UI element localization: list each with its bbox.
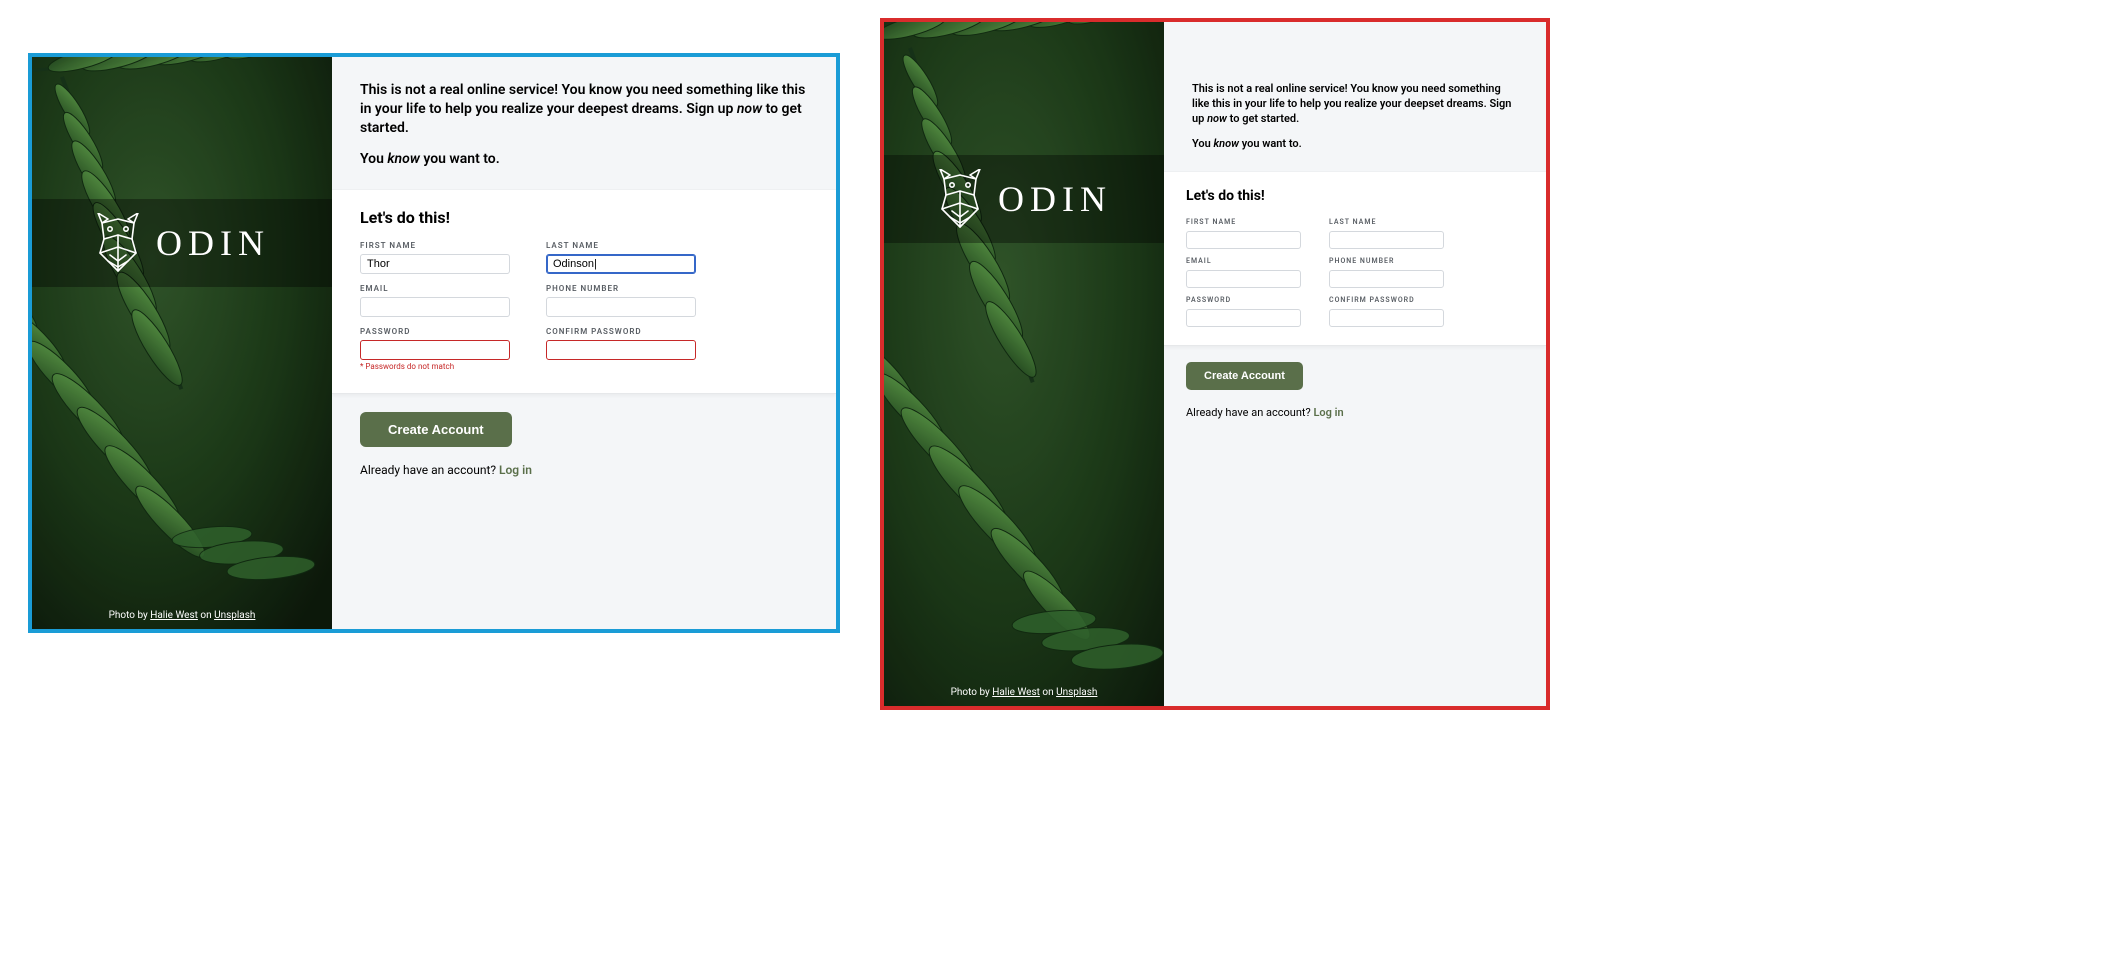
- label-phone: PHONE NUMBER: [546, 284, 696, 293]
- label-first-name: FIRST NAME: [360, 241, 510, 250]
- brand-band: ODIN: [32, 199, 332, 287]
- intro-copy: This is not a real online service! You k…: [1164, 22, 1546, 171]
- hero-image-panel: ODIN Photo by Halie West on Unsplash: [32, 57, 332, 629]
- label-email: EMAIL: [360, 284, 510, 293]
- input-phone[interactable]: [546, 297, 696, 317]
- odin-logo-icon: [936, 169, 984, 229]
- credit-prefix: Photo by: [109, 610, 151, 621]
- credit-mid: on: [1040, 687, 1056, 698]
- field-phone: PHONE NUMBER: [546, 284, 696, 317]
- input-last-name[interactable]: [1329, 231, 1444, 249]
- label-confirm-password: CONFIRM PASSWORD: [546, 327, 696, 336]
- input-first-name[interactable]: [360, 254, 510, 274]
- desired-output-frame: ODIN Photo by Halie West on Unsplash Thi…: [28, 53, 840, 633]
- input-email[interactable]: [1186, 270, 1301, 288]
- login-prompt-text: Already have an account?: [1186, 406, 1313, 419]
- label-last-name: LAST NAME: [546, 241, 696, 250]
- login-link[interactable]: Log in: [499, 463, 532, 477]
- hero-image-panel: ODIN Photo by Halie West on Unsplash: [884, 22, 1164, 706]
- field-phone: PHONE NUMBER: [1329, 257, 1444, 288]
- input-last-name[interactable]: [546, 254, 696, 274]
- signup-form-card: Let's do this! FIRST NAME LAST NAME EMAI…: [332, 189, 836, 394]
- photo-credit: Photo by Halie West on Unsplash: [884, 687, 1164, 698]
- form-actions: Create Account Already have an account? …: [332, 394, 836, 501]
- input-password[interactable]: [360, 340, 510, 360]
- create-account-button[interactable]: Create Account: [1186, 362, 1303, 390]
- credit-mid: on: [198, 610, 214, 621]
- label-password: PASSWORD: [360, 327, 510, 336]
- field-confirm-password: CONFIRM PASSWORD: [546, 327, 696, 371]
- credit-prefix: Photo by: [951, 687, 993, 698]
- form-actions: Create Account Already have an account? …: [1164, 346, 1546, 435]
- label-email: EMAIL: [1186, 257, 1301, 265]
- photo-credit: Photo by Halie West on Unsplash: [32, 610, 332, 621]
- field-confirm-password: CONFIRM PASSWORD: [1329, 296, 1444, 327]
- label-password: PASSWORD: [1186, 296, 1301, 304]
- intro-line2-suffix: you want to.: [420, 151, 500, 167]
- brand-name: ODIN: [998, 178, 1112, 220]
- error-password-mismatch: * Passwords do not match: [360, 362, 510, 371]
- form-panel: This is not a real online service! You k…: [332, 57, 836, 629]
- form-heading: Let's do this!: [360, 208, 808, 227]
- field-first-name: FIRST NAME: [360, 241, 510, 274]
- intro-line2-em: know: [387, 151, 419, 167]
- credit-site-link[interactable]: Unsplash: [1056, 687, 1097, 698]
- form-panel: This is not a real online service! You k…: [1164, 22, 1546, 706]
- intro-line2-em: know: [1214, 137, 1240, 150]
- intro-line2-suffix: you want to.: [1239, 137, 1302, 150]
- submission-frame: ODIN Photo by Halie West on Unsplash Thi…: [880, 18, 1550, 710]
- field-last-name: LAST NAME: [1329, 218, 1444, 249]
- label-last-name: LAST NAME: [1329, 218, 1444, 226]
- field-password: PASSWORD: [1186, 296, 1301, 327]
- label-phone: PHONE NUMBER: [1329, 257, 1444, 265]
- brand-name: ODIN: [156, 222, 270, 264]
- field-last-name: LAST NAME: [546, 241, 696, 274]
- label-first-name: FIRST NAME: [1186, 218, 1301, 226]
- field-password: PASSWORD * Passwords do not match: [360, 327, 510, 371]
- fern-background: [884, 22, 1164, 706]
- field-email: EMAIL: [1186, 257, 1301, 288]
- intro-line2-prefix: You: [1192, 137, 1214, 150]
- input-password[interactable]: [1186, 309, 1301, 327]
- fern-background: [32, 57, 332, 629]
- label-confirm-password: CONFIRM PASSWORD: [1329, 296, 1444, 304]
- credit-author-link[interactable]: Halie West: [992, 687, 1040, 698]
- intro-copy: This is not a real online service! You k…: [332, 57, 836, 189]
- field-email: EMAIL: [360, 284, 510, 317]
- login-prompt-line: Already have an account? Log in: [1186, 406, 1524, 419]
- input-confirm-password[interactable]: [546, 340, 696, 360]
- credit-site-link[interactable]: Unsplash: [214, 610, 255, 621]
- input-phone[interactable]: [1329, 270, 1444, 288]
- form-heading: Let's do this!: [1186, 188, 1524, 204]
- intro-line1-em: now: [737, 101, 762, 117]
- intro-line2-prefix: You: [360, 151, 387, 167]
- input-confirm-password[interactable]: [1329, 309, 1444, 327]
- intro-line1-em: now: [1207, 112, 1227, 125]
- brand-band: ODIN: [884, 155, 1164, 243]
- intro-line1-suffix: to get started.: [1227, 112, 1299, 125]
- login-link[interactable]: Log in: [1313, 406, 1343, 419]
- login-prompt-text: Already have an account?: [360, 463, 499, 477]
- create-account-button[interactable]: Create Account: [360, 412, 512, 447]
- input-email[interactable]: [360, 297, 510, 317]
- input-first-name[interactable]: [1186, 231, 1301, 249]
- field-first-name: FIRST NAME: [1186, 218, 1301, 249]
- signup-form-card: Let's do this! FIRST NAME LAST NAME EMAI…: [1164, 171, 1546, 346]
- login-prompt-line: Already have an account? Log in: [360, 463, 808, 477]
- credit-author-link[interactable]: Halie West: [150, 610, 198, 621]
- odin-logo-icon: [94, 213, 142, 273]
